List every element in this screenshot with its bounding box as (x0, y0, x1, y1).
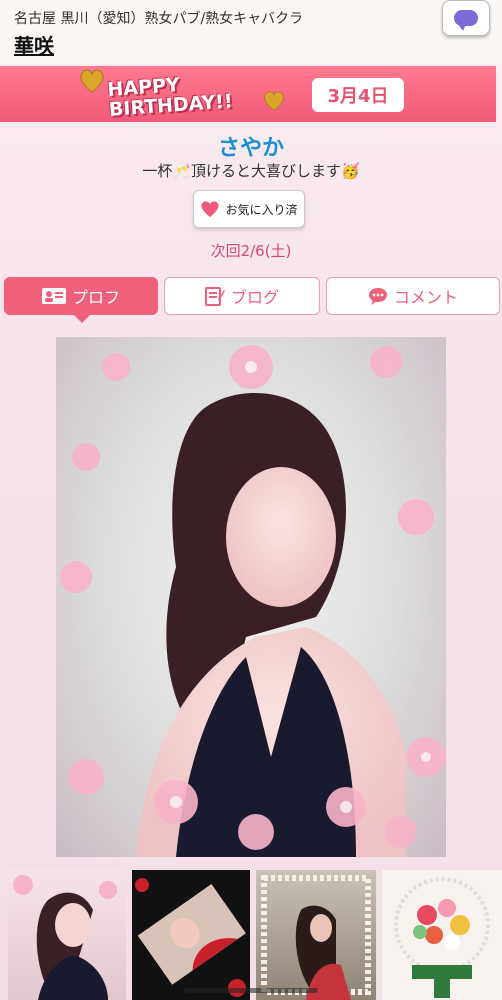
thumbnail-photo-3[interactable] (256, 870, 376, 1000)
home-indicator (184, 988, 318, 993)
chat-bubble-icon (454, 10, 478, 31)
tab-profile[interactable]: プロフ (4, 277, 158, 315)
thumbnail-photo-2[interactable] (132, 870, 250, 1000)
comment-bubble-icon (368, 288, 387, 305)
blog-edit-icon (204, 287, 225, 306)
chat-button[interactable] (442, 0, 490, 36)
main-photo-image (60, 345, 446, 857)
active-tab-pointer (74, 315, 90, 323)
birthday-date: 3月4日 (312, 78, 404, 112)
profile-tabs: プロフ ブログ コメント (4, 277, 500, 323)
thumbnail-photo-1[interactable] (8, 870, 126, 1000)
photo-thumbnails (8, 870, 502, 1000)
heart-icon (201, 201, 220, 217)
birthday-banner: HAPPY BIRTHDAY!! 3月4日 (0, 66, 496, 122)
gold-heart-balloon-icon (80, 69, 104, 93)
tab-profile-label: プロフ (71, 288, 120, 307)
tab-comment-label: コメント (393, 288, 458, 307)
favorite-label: お気に入り済 (225, 202, 298, 217)
shop-name-link[interactable]: 華咲 (14, 30, 54, 59)
cast-message: 一杯🥂頂けると大喜びします🥳 (142, 162, 360, 180)
shop-location: 名古屋 黒川（愛知）熟女パブ/熟女キャバクラ (14, 11, 304, 27)
birthday-title: HAPPY BIRTHDAY!! (107, 68, 279, 121)
site-header: 名古屋 黒川（愛知）熟女パブ/熟女キャバクラ 華咲 (0, 0, 502, 64)
thumbnail-image (13, 875, 117, 1000)
profile-card-icon (41, 288, 66, 304)
cast-name: さやか (217, 136, 284, 161)
tab-blog-label: ブログ (230, 288, 279, 307)
thumbnail-photo-4[interactable] (382, 870, 502, 1000)
tab-blog[interactable]: ブログ (164, 277, 320, 315)
tab-comment[interactable]: コメント (326, 277, 500, 315)
main-profile-photo[interactable] (56, 337, 446, 857)
thumbnail-image (135, 878, 246, 997)
favorite-button[interactable]: お気に入り済 (193, 190, 305, 228)
thumbnail-image (261, 875, 371, 1000)
next-shift: 次回2/6(土) (210, 242, 292, 260)
thumbnail-image (394, 877, 490, 998)
